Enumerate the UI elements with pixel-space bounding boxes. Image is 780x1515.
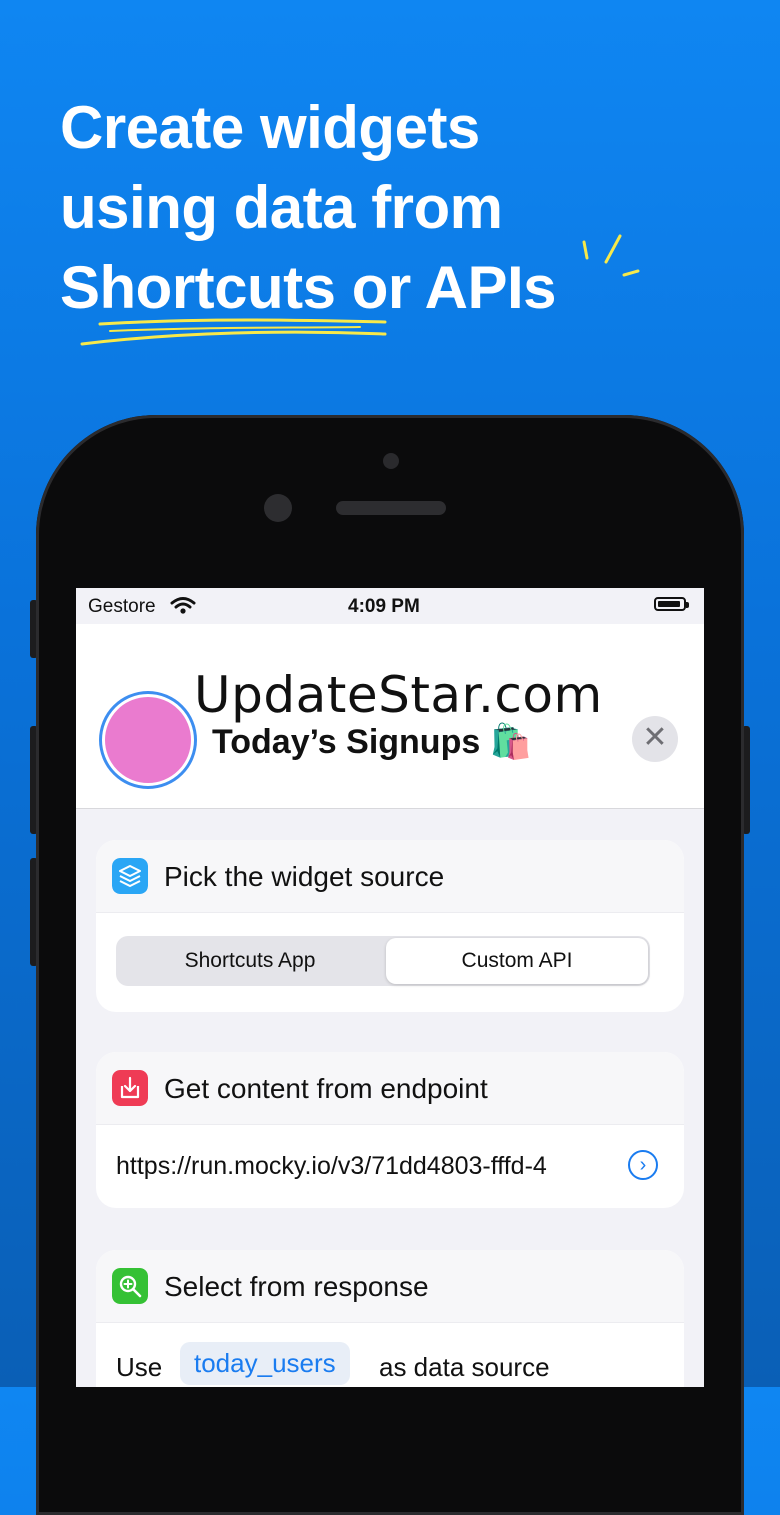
segment-shortcuts-app[interactable]: Shortcuts App [118,938,382,984]
endpoint-card: Get content from endpoint https://run.mo… [96,1052,684,1208]
headline-line-1: Create widgets [60,94,480,161]
widget-title[interactable]: Today’s Signups 🛍️ [212,722,532,762]
close-button[interactable]: ✕ [632,716,678,762]
wifi-icon [170,597,196,614]
source-card: Pick the widget source Shortcuts App Cus… [96,840,684,1012]
widget-color-avatar[interactable] [102,694,194,786]
endpoint-url-field[interactable]: https://run.mocky.io/v3/71dd4803-fffd-4 [116,1152,614,1181]
response-card-header: Select from response [96,1250,684,1323]
response-card-title: Select from response [164,1271,429,1302]
source-card-title: Pick the widget source [164,861,445,892]
source-card-header: Pick the widget source [96,840,684,913]
response-key-chip[interactable]: today_users [180,1342,350,1385]
watermark-text: UpdateStar.com [194,666,603,724]
battery-level-fill [658,601,680,607]
source-segmented-control: Shortcuts App Custom API [116,936,650,986]
response-card: Select from response Use today_users as … [96,1250,684,1387]
headline: Create widgets using data from Shortcuts… [60,88,740,328]
response-suffix: as data source [379,1352,550,1382]
widget-header: Today’s Signups 🛍️ ✕ UpdateStar.com [76,624,704,809]
download-tray-icon [112,1070,148,1106]
magnifier-plus-icon [112,1268,148,1304]
phone-speaker [336,501,446,515]
status-time: 4:09 PM [348,596,420,617]
status-bar: Gestore 4:09 PM [76,588,704,624]
stack-layers-icon [112,858,148,894]
segment-custom-api[interactable]: Custom API [386,938,648,984]
carrier-label: Gestore [88,596,156,617]
headline-line-2: using data from [60,174,503,241]
battery-icon [654,597,689,611]
headline-line-3: Shortcuts or APIs [60,254,557,321]
phone-sensor [383,453,399,469]
phone-screen: Gestore 4:09 PM Today’s Signups 🛍️ ✕ Upd… [76,588,704,1387]
phone-camera [264,494,292,522]
open-endpoint-button[interactable]: › [628,1150,658,1180]
response-prefix: Use [116,1352,163,1382]
endpoint-card-title: Get content from endpoint [164,1073,488,1104]
endpoint-card-header: Get content from endpoint [96,1052,684,1125]
